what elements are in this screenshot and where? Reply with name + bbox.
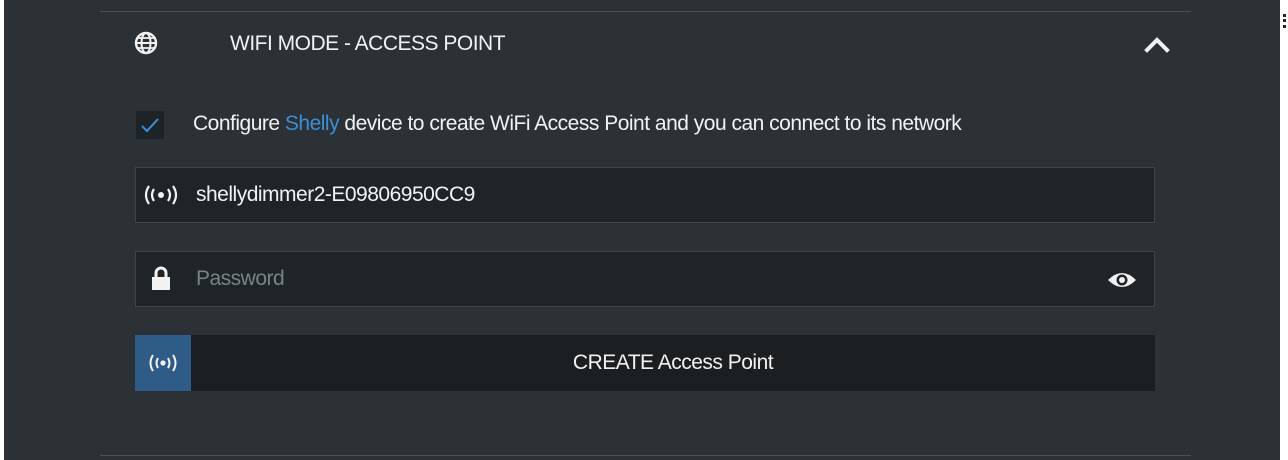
chevron-up-icon[interactable] bbox=[1143, 33, 1171, 55]
lock-icon bbox=[152, 266, 170, 290]
wifi-ap-section-header[interactable]: WIFI MODE - ACCESS POINT bbox=[96, 12, 1187, 76]
wifi-broadcast-icon bbox=[149, 354, 177, 372]
ssid-input[interactable] bbox=[196, 168, 1136, 222]
create-access-point-button[interactable]: CREATE Access Point bbox=[135, 335, 1155, 391]
shelly-link[interactable]: Shelly bbox=[285, 112, 340, 135]
eye-icon[interactable] bbox=[1107, 268, 1137, 292]
wifi-broadcast-icon bbox=[144, 185, 178, 205]
create-button-label: CREATE Access Point bbox=[572, 351, 774, 374]
create-ap-checkbox[interactable] bbox=[136, 111, 164, 139]
bottom-divider bbox=[100, 455, 1191, 456]
password-input[interactable] bbox=[196, 252, 1096, 306]
create-button-icon-box bbox=[135, 335, 191, 391]
description-prefix: Configure bbox=[193, 112, 285, 135]
ssid-field[interactable] bbox=[135, 167, 1155, 223]
window-edge-marker bbox=[1283, 14, 1286, 28]
description-suffix: device to create WiFi Access Point and y… bbox=[339, 112, 962, 135]
globe-icon bbox=[134, 31, 158, 55]
checkmark-icon bbox=[141, 118, 159, 133]
section-title: WIFI MODE - ACCESS POINT bbox=[230, 32, 506, 55]
create-ap-description: Configure Shelly device to create WiFi A… bbox=[193, 112, 962, 136]
password-field[interactable] bbox=[135, 251, 1155, 307]
